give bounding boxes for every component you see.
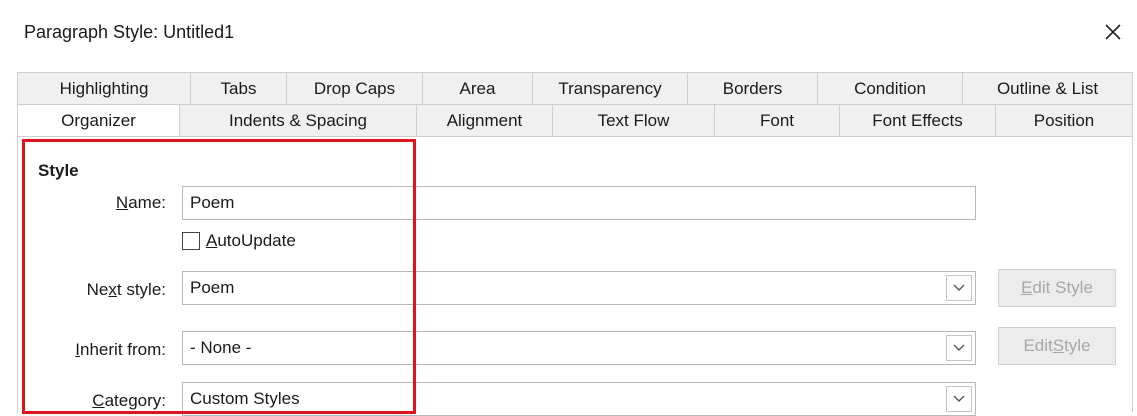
next-style-dropdown[interactable]: Poem (182, 271, 976, 305)
chevron-down-icon (953, 395, 965, 402)
tab-tabs[interactable]: Tabs (190, 72, 287, 104)
tab-alignment[interactable]: Alignment (416, 104, 553, 136)
tab-area[interactable]: Area (422, 72, 533, 104)
tab-outline-and-list[interactable]: Outline & List (962, 72, 1133, 104)
chevron-down-icon (953, 284, 965, 291)
category-value: Custom Styles (190, 389, 300, 408)
next-style-value: Poem (190, 278, 235, 297)
next-style-dropdown-button[interactable] (946, 275, 972, 301)
tab-position[interactable]: Position (995, 104, 1133, 136)
tab-font-effects[interactable]: Font Effects (839, 104, 996, 136)
autoupdate-checkbox-box[interactable] (182, 232, 200, 250)
style-section-title: Style (38, 161, 79, 180)
autoupdate-checkbox[interactable]: AutoUpdate (182, 229, 296, 253)
tab-borders[interactable]: Borders (687, 72, 818, 104)
inherit-from-dropdown-button[interactable] (946, 335, 972, 361)
tab-drop-caps[interactable]: Drop Caps (286, 72, 423, 104)
organizer-page: Style Name: AutoUpdate Next style: Poem … (17, 136, 1133, 416)
tab-organizer[interactable]: Organizer (17, 104, 180, 136)
tab-text-flow[interactable]: Text Flow (552, 104, 715, 136)
tab-transparency[interactable]: Transparency (532, 72, 688, 104)
autoupdate-label: AutoUpdate (206, 231, 296, 250)
category-dropdown-button[interactable] (946, 386, 972, 412)
name-label: Name: (115, 193, 166, 212)
category-dropdown[interactable]: Custom Styles (182, 382, 976, 416)
name-label-accel: N (115, 193, 129, 212)
tab-condition[interactable]: Condition (817, 72, 963, 104)
next-style-edit-style-button[interactable]: Edit Style (998, 269, 1116, 307)
tab-font[interactable]: Font (714, 104, 840, 136)
tab-indents-and-spacing[interactable]: Indents & Spacing (179, 104, 417, 136)
tab-row-front: Organizer Indents & Spacing Alignment Te… (17, 104, 1133, 136)
inherit-from-dropdown[interactable]: - None - (182, 331, 976, 365)
chevron-down-icon (953, 344, 965, 351)
tab-highlighting[interactable]: Highlighting (17, 72, 191, 104)
title-bar: Paragraph Style: Untitled1 (0, 0, 1137, 64)
paragraph-style-dialog: Paragraph Style: Untitled1 Highlighting … (0, 0, 1137, 416)
close-button[interactable] (1097, 14, 1129, 50)
next-style-label: Next style: (86, 280, 166, 299)
tab-control: Highlighting Tabs Drop Caps Area Transpa… (17, 66, 1133, 416)
tab-row-back: Highlighting Tabs Drop Caps Area Transpa… (17, 72, 1133, 104)
dialog-title: Paragraph Style: Untitled1 (24, 22, 235, 42)
category-label: Category: (92, 391, 166, 410)
close-icon (1105, 24, 1121, 40)
inherit-from-edit-style-button[interactable]: Edit Style (998, 327, 1116, 365)
inherit-from-value: - None - (190, 338, 252, 357)
name-input[interactable] (182, 186, 976, 220)
inherit-from-label: Inherit from: (75, 340, 166, 359)
